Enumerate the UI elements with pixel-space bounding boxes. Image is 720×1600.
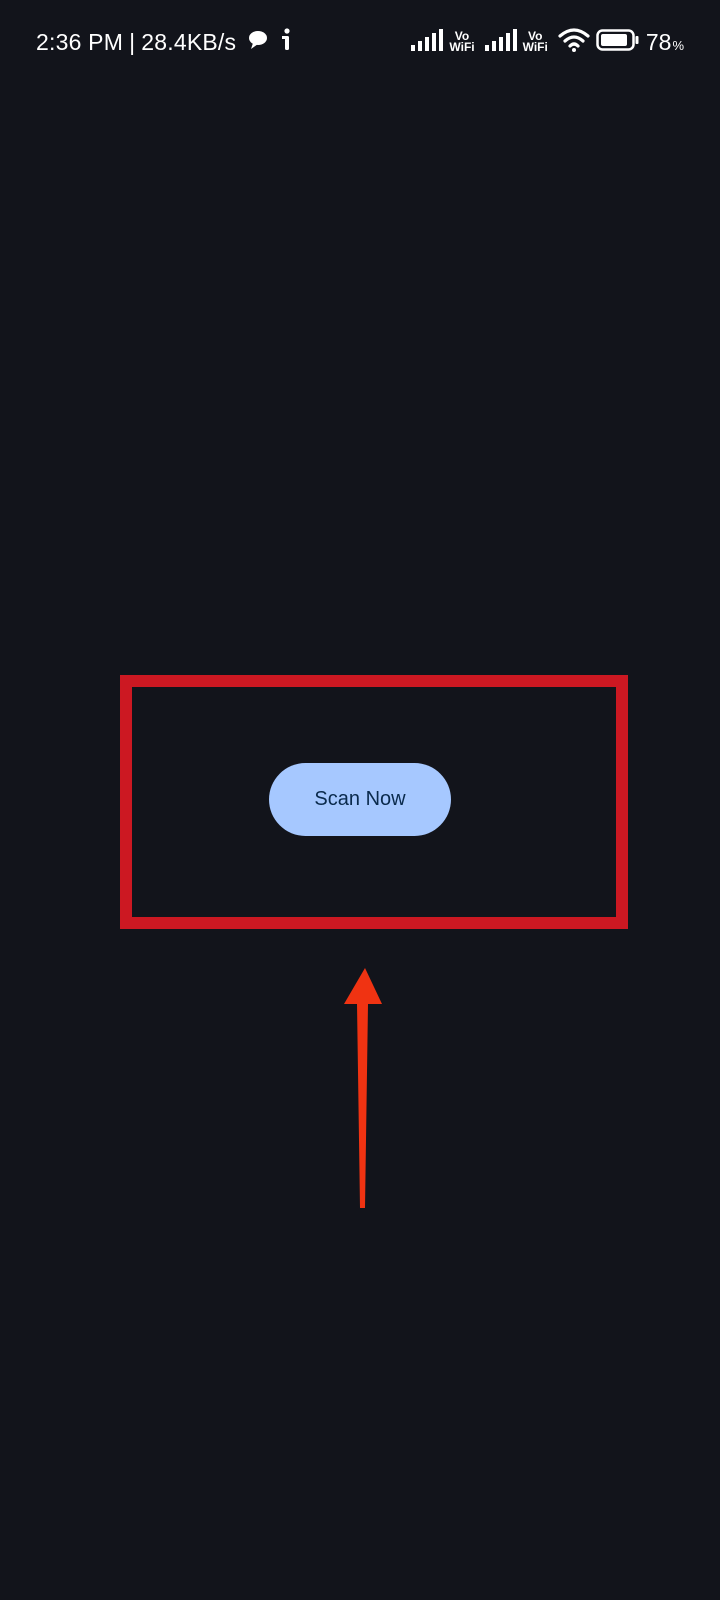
info-icon — [280, 27, 294, 57]
status-bar: 2:36 PM | 28.4KB/s Vo WiFi Vo WiFi 78 % — [0, 0, 720, 84]
scan-now-button[interactable]: Scan Now — [269, 763, 451, 836]
signal-icon — [411, 28, 444, 56]
battery-percent-value: 78 — [645, 28, 672, 55]
vowifi-bottom: WiFi — [449, 40, 475, 54]
battery-icon — [596, 28, 640, 56]
status-time: 2:36 PM — [36, 28, 124, 55]
battery-percent-unit: % — [672, 37, 684, 53]
vowifi-bottom: WiFi — [522, 40, 548, 54]
status-right: Vo WiFi Vo WiFi 78 % — [411, 22, 684, 62]
status-left: 2:36 PM | 28.4KB/s — [36, 26, 294, 58]
annotation-arrow-icon — [344, 968, 382, 1208]
vowifi-badge: Vo WiFi — [449, 30, 475, 54]
battery-percent: 78 % — [646, 29, 684, 56]
message-icon — [248, 29, 268, 56]
vowifi-badge: Vo WiFi — [522, 30, 548, 54]
network-speed: 28.4KB/s — [141, 28, 237, 55]
signal-icon — [484, 28, 517, 56]
status-separator: | — [129, 28, 136, 55]
wifi-icon — [558, 27, 590, 57]
